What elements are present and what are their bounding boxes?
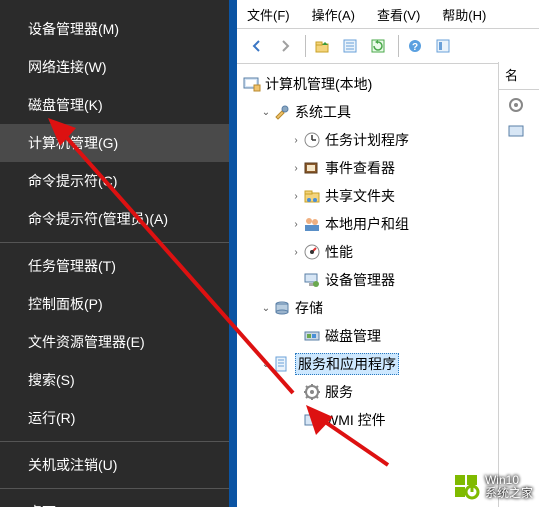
menu-separator (0, 488, 229, 489)
menubar: 文件(F) 操作(A) 查看(V) 帮助(H) (237, 0, 539, 29)
menu-task-manager[interactable]: 任务管理器(T) (0, 247, 229, 285)
menu-file[interactable]: 文件(F) (247, 5, 290, 24)
event-viewer-icon (303, 159, 321, 177)
services-apps-icon (273, 355, 291, 373)
menu-device-manager[interactable]: 设备管理器(M) (0, 10, 229, 48)
tree-device-manager[interactable]: › 设备管理器 (239, 266, 539, 294)
tree-services[interactable]: › 服务 (239, 378, 539, 406)
users-groups-icon (303, 215, 321, 233)
toolbar: ? (237, 29, 539, 64)
expander-icon[interactable]: › (289, 219, 303, 230)
services-icon[interactable] (507, 96, 527, 116)
tree-performance[interactable]: › 性能 (239, 238, 539, 266)
menu-computer-management[interactable]: 计算机管理(G) (0, 124, 229, 162)
toolbar-separator (305, 35, 306, 57)
up-button[interactable] (310, 34, 334, 58)
menu-control-panel[interactable]: 控制面板(P) (0, 285, 229, 323)
tree-storage[interactable]: ⌄ 存储 (239, 294, 539, 322)
expander-icon[interactable]: › (289, 191, 303, 202)
refresh-button[interactable] (366, 34, 390, 58)
computer-management-window: 文件(F) 操作(A) 查看(V) 帮助(H) (237, 0, 539, 507)
help-button[interactable]: ? (403, 34, 427, 58)
menu-separator (0, 242, 229, 243)
tree-local-users-groups[interactable]: › 本地用户和组 (239, 210, 539, 238)
task-scheduler-icon (303, 131, 321, 149)
disk-management-icon (303, 327, 321, 345)
window-border (229, 0, 237, 507)
wmi-icon (303, 411, 321, 429)
shared-folders-icon (303, 187, 321, 205)
menu-separator (0, 441, 229, 442)
tree-services-applications[interactable]: ⌄ 服务和应用程序 (239, 350, 539, 378)
menu-view[interactable]: 查看(V) (377, 5, 420, 24)
watermark: Win10 系统之家 (453, 473, 533, 501)
watermark-line2: 系统之家 (485, 487, 533, 500)
menu-network-connections[interactable]: 网络连接(W) (0, 48, 229, 86)
tree-panel: 计算机管理(本地) ⌄ 系统工具 › 任务计划程序 › (237, 64, 539, 434)
system-tools-icon (273, 103, 291, 121)
forward-button[interactable] (273, 34, 297, 58)
storage-icon (273, 299, 291, 317)
menu-search[interactable]: 搜索(S) (0, 361, 229, 399)
properties-button[interactable] (338, 34, 362, 58)
tree-wmi-control[interactable]: › WMI 控件 (239, 406, 539, 434)
toolbar-separator (398, 35, 399, 57)
tree-system-tools[interactable]: ⌄ 系统工具 (239, 98, 539, 126)
menu-command-prompt-admin[interactable]: 命令提示符(管理员)(A) (0, 200, 229, 238)
services-icon (303, 383, 321, 401)
menu-help[interactable]: 帮助(H) (442, 5, 486, 24)
right-column: 名 (498, 62, 539, 507)
tree-task-scheduler[interactable]: › 任务计划程序 (239, 126, 539, 154)
expander-icon[interactable]: › (289, 247, 303, 258)
tree-event-viewer[interactable]: › 事件查看器 (239, 154, 539, 182)
back-button[interactable] (245, 34, 269, 58)
menu-desktop[interactable]: 桌面(D) (0, 493, 229, 507)
expander-icon[interactable]: ⌄ (259, 303, 273, 314)
expander-icon[interactable]: › (289, 135, 303, 146)
tree-shared-folders[interactable]: › 共享文件夹 (239, 182, 539, 210)
win10-logo-icon (453, 473, 481, 501)
computer-management-icon (243, 75, 261, 93)
menu-shutdown-signout[interactable]: 关机或注销(U) (0, 446, 229, 484)
menu-file-explorer[interactable]: 文件资源管理器(E) (0, 323, 229, 361)
winx-context-menu: 设备管理器(M) 网络连接(W) 磁盘管理(K) 计算机管理(G) 命令提示符(… (0, 0, 229, 507)
wmi-icon[interactable] (507, 122, 527, 142)
expander-icon[interactable]: ⌄ (259, 107, 273, 118)
menu-action[interactable]: 操作(A) (312, 5, 355, 24)
menu-disk-management[interactable]: 磁盘管理(K) (0, 86, 229, 124)
tree-root[interactable]: 计算机管理(本地) (239, 70, 539, 98)
device-manager-icon (303, 271, 321, 289)
menu-command-prompt[interactable]: 命令提示符(C) (0, 162, 229, 200)
menu-run[interactable]: 运行(R) (0, 399, 229, 437)
show-button[interactable] (431, 34, 455, 58)
svg-text:?: ? (412, 42, 418, 53)
column-header-name[interactable]: 名 (499, 62, 539, 90)
expander-icon[interactable]: › (289, 163, 303, 174)
expander-icon[interactable]: ⌄ (259, 359, 273, 370)
performance-icon (303, 243, 321, 261)
tree-root-label: 计算机管理(本地) (265, 74, 372, 94)
tree-disk-management[interactable]: › 磁盘管理 (239, 322, 539, 350)
